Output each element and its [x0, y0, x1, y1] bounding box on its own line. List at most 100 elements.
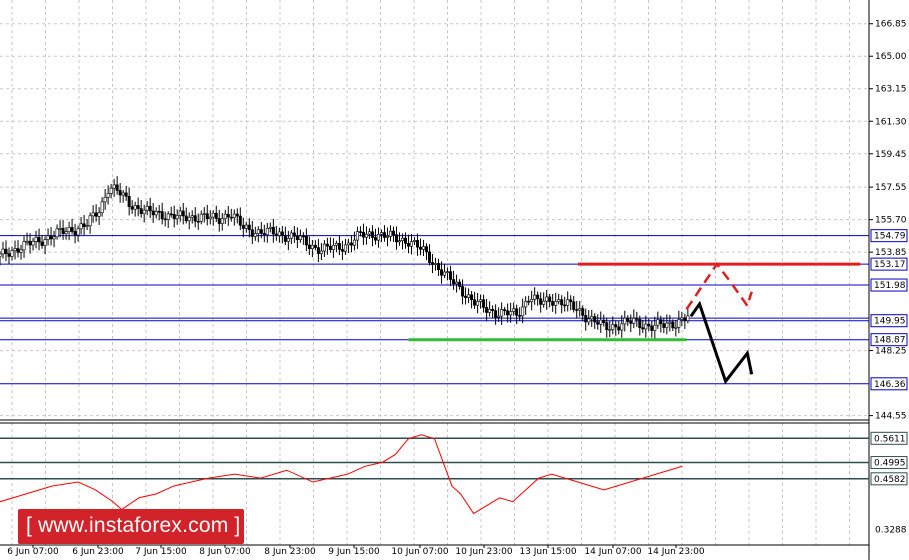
candle-body	[404, 237, 408, 244]
candle-body	[542, 300, 546, 305]
candle-body	[13, 248, 17, 252]
candle-body	[575, 309, 579, 311]
candle-body	[10, 250, 14, 257]
candle-body	[391, 230, 395, 235]
candle-body	[112, 184, 116, 189]
candle-body	[440, 269, 444, 276]
candle-body	[569, 299, 573, 303]
candle-body	[370, 231, 374, 238]
candle-body	[205, 213, 209, 220]
candle-body	[382, 232, 386, 238]
candle-body	[452, 279, 456, 285]
candle-body	[55, 228, 59, 238]
candle-body	[316, 247, 320, 254]
candle-body	[400, 237, 404, 241]
candle-body	[322, 243, 326, 252]
candle-body	[458, 281, 462, 287]
candle-body	[190, 215, 194, 218]
candle-body	[106, 193, 110, 198]
level-badge-label: 154.79	[874, 232, 906, 242]
candle-body	[37, 237, 41, 243]
candle-body	[527, 300, 531, 303]
candle-body	[145, 205, 149, 211]
candle-body	[449, 271, 453, 280]
candle-body	[238, 215, 242, 226]
osc-level-badge-label: 0.4995	[874, 459, 906, 469]
candle-body	[626, 317, 630, 322]
candle-body	[671, 321, 675, 329]
candle-body	[283, 235, 287, 242]
candle-body	[388, 230, 392, 237]
candle-body	[64, 231, 68, 234]
candle-body	[304, 235, 308, 246]
candle-body	[455, 281, 459, 285]
candle-body	[656, 319, 660, 326]
x-tick-label: 9 Jun 15:00	[328, 547, 380, 557]
candle-body	[247, 224, 251, 231]
candle-body	[668, 321, 672, 324]
candle-body	[91, 212, 95, 217]
price-tick-label: 163.15	[875, 85, 907, 95]
candle-body	[172, 214, 176, 220]
candle-body	[581, 308, 585, 316]
candle-body	[313, 244, 317, 248]
candle-body	[73, 231, 77, 236]
watermark-text: [ www.instaforex.com ]	[26, 514, 241, 537]
candle-body	[31, 241, 35, 246]
candle-body	[268, 226, 272, 229]
x-tick-label: 14 Jun 07:00	[584, 547, 641, 557]
candle-body	[367, 231, 371, 235]
price-tick-label: 166.85	[875, 20, 907, 30]
candle-body	[560, 299, 564, 306]
candle-body	[629, 321, 633, 324]
price-tick-label: 165.00	[875, 52, 907, 62]
candle-body	[235, 213, 239, 217]
candle-body	[503, 309, 507, 312]
candle-body	[310, 244, 314, 250]
candle-body	[7, 253, 11, 257]
forecast-bullish-path	[685, 261, 753, 310]
candle-body	[175, 215, 179, 220]
candle-body	[136, 205, 140, 209]
candle-body	[521, 306, 525, 317]
candle-body	[22, 241, 26, 251]
candle-body	[379, 232, 383, 235]
candle-body	[34, 237, 38, 242]
candle-body	[178, 210, 182, 216]
candle-body	[121, 192, 125, 196]
candle-body	[413, 240, 417, 242]
candle-body	[662, 323, 666, 328]
candle-body	[376, 234, 380, 241]
candle-body	[677, 319, 681, 328]
candle-body	[94, 212, 98, 217]
candle-body	[88, 215, 92, 226]
candle-body	[289, 232, 293, 239]
candle-body	[419, 246, 423, 250]
candle-body	[340, 249, 344, 252]
candle-body	[587, 318, 591, 323]
price-tick-label: 159.45	[875, 150, 907, 160]
candle-body	[199, 213, 203, 222]
candle-body	[97, 212, 101, 217]
candle-body	[563, 304, 567, 307]
price-tick-label: 155.70	[875, 216, 907, 226]
candle-body	[485, 307, 489, 313]
level-badge-label: 153.17	[874, 260, 906, 270]
candle-body	[292, 232, 296, 237]
candle-body	[343, 244, 347, 252]
candle-body	[43, 239, 47, 246]
candle-body	[160, 211, 164, 220]
candle-body	[4, 248, 8, 255]
candle-body	[61, 228, 65, 234]
candle-body	[488, 308, 492, 313]
candle-body	[674, 326, 678, 329]
candle-body	[431, 262, 435, 265]
candle-body	[536, 294, 540, 300]
candle-body	[46, 235, 50, 240]
candle-body	[328, 245, 332, 250]
candle-body	[181, 210, 185, 217]
candle-body	[280, 231, 284, 236]
candle-body	[19, 249, 23, 253]
candle-body	[151, 210, 155, 216]
candle-body	[665, 322, 669, 328]
